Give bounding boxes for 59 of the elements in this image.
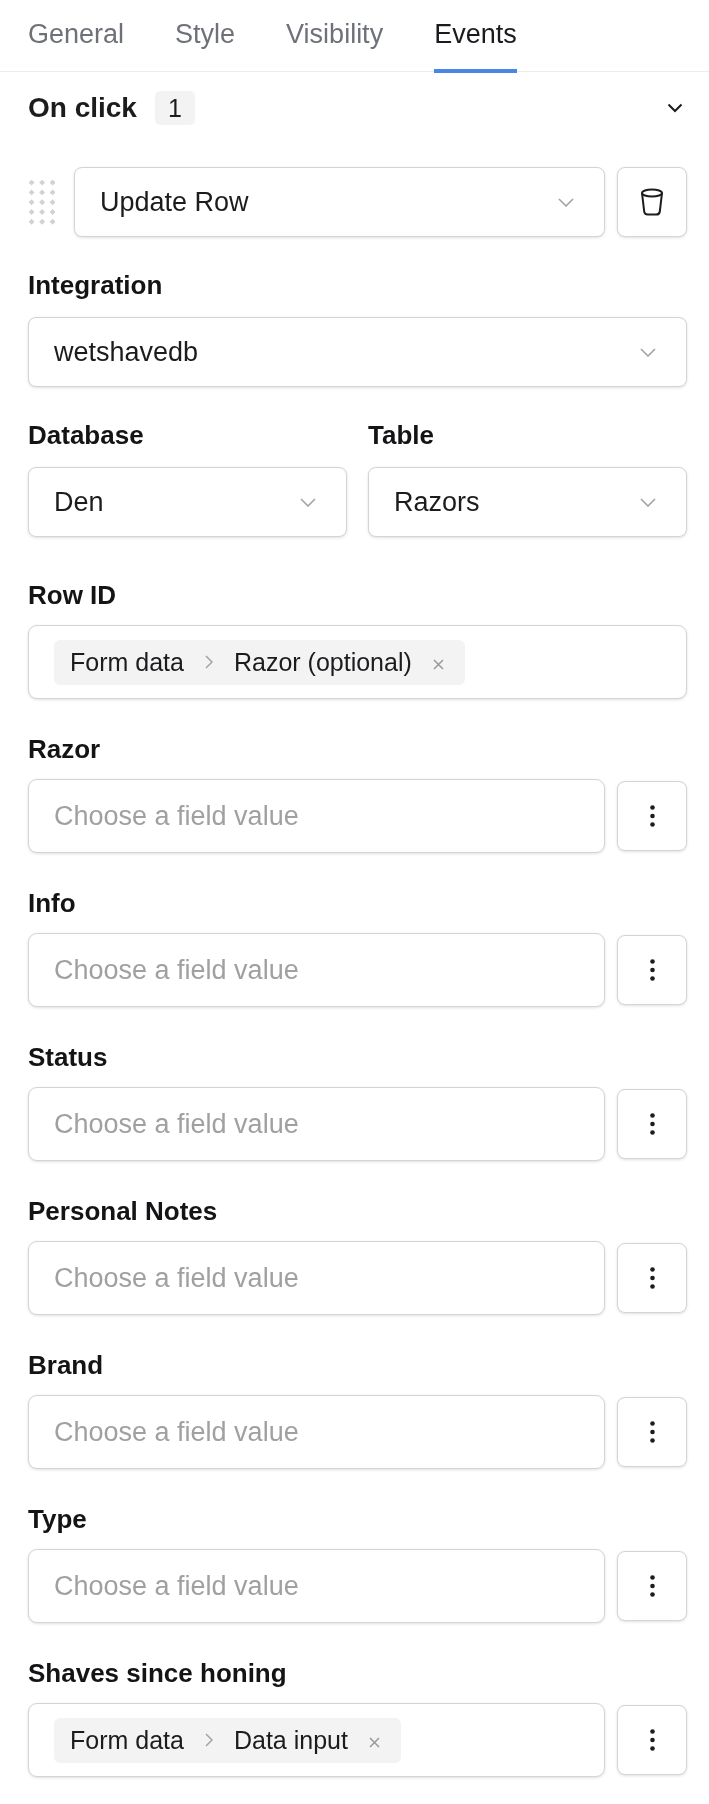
field-label: Integration (28, 271, 164, 299)
value-field[interactable]: Choose a field value (28, 1395, 605, 1469)
close-icon[interactable] (432, 658, 444, 670)
more-button[interactable] (617, 1089, 687, 1159)
value-field[interactable]: Choose a field value (28, 1549, 605, 1623)
tab[interactable]: General (28, 0, 125, 73)
more-icon (649, 1729, 655, 1751)
chevron-down-icon[interactable] (667, 103, 683, 113)
chevron-right-icon (204, 655, 213, 669)
value-field[interactable]: Choose a field value (28, 933, 605, 1007)
tab[interactable]: Visibility (286, 0, 384, 73)
field-label: Status (28, 1043, 109, 1071)
more-button[interactable] (617, 1551, 687, 1621)
more-button[interactable] (617, 1243, 687, 1313)
more-button[interactable] (617, 935, 687, 1005)
field-label: Row ID (28, 581, 118, 609)
chevron-down-icon (640, 347, 656, 357)
chevron-down-icon (300, 497, 316, 507)
drag-handle-icon[interactable] (29, 179, 55, 225)
close-icon[interactable] (368, 1736, 380, 1748)
more-button[interactable] (617, 1705, 687, 1775)
more-icon (649, 805, 655, 827)
value-field[interactable]: Choose a field value (28, 779, 605, 853)
more-button[interactable] (617, 1397, 687, 1467)
chip-label: Form data (70, 647, 184, 677)
value-field[interactable]: Choose a field value (28, 1241, 605, 1315)
value-field[interactable]: Form data Data input (28, 1703, 605, 1777)
field-label: Shaves since honing (28, 1659, 288, 1687)
more-icon (649, 959, 655, 981)
chevron-down-icon (640, 497, 656, 507)
more-icon (649, 1113, 655, 1135)
more-icon (649, 1267, 655, 1289)
chip-label: Data input (233, 1725, 348, 1755)
field-label: Brand (28, 1351, 105, 1379)
dropdown-select[interactable]: Den (28, 467, 347, 537)
tab[interactable]: Events (434, 0, 517, 73)
trash-icon (640, 188, 664, 216)
field-label: Type (28, 1505, 88, 1533)
chip-label: Razor (optional) (233, 647, 412, 677)
field-label: Info (28, 889, 77, 917)
chip-label: Form data (70, 1725, 184, 1755)
chevron-right-icon (204, 1733, 213, 1747)
field-label: Database (28, 421, 145, 449)
more-icon (649, 1575, 655, 1597)
count-badge: 1 (154, 91, 195, 125)
field-label: Personal Notes (28, 1197, 219, 1225)
delete-button[interactable] (617, 167, 687, 237)
value-field[interactable]: Choose a field value (28, 1087, 605, 1161)
field-label: Table (368, 421, 435, 449)
more-button[interactable] (617, 781, 687, 851)
field-label: Razor (28, 735, 102, 763)
chevron-down-icon (558, 197, 574, 207)
action-select[interactable]: Update Row (74, 167, 605, 237)
dropdown-select[interactable]: Razors (368, 467, 687, 537)
more-icon (649, 1421, 655, 1443)
event-title: On click (28, 92, 137, 124)
integration-select[interactable]: wetshavedb (28, 317, 687, 387)
tab[interactable]: Style (175, 0, 236, 73)
value-field[interactable]: Form data Razor (optional) (28, 625, 687, 699)
